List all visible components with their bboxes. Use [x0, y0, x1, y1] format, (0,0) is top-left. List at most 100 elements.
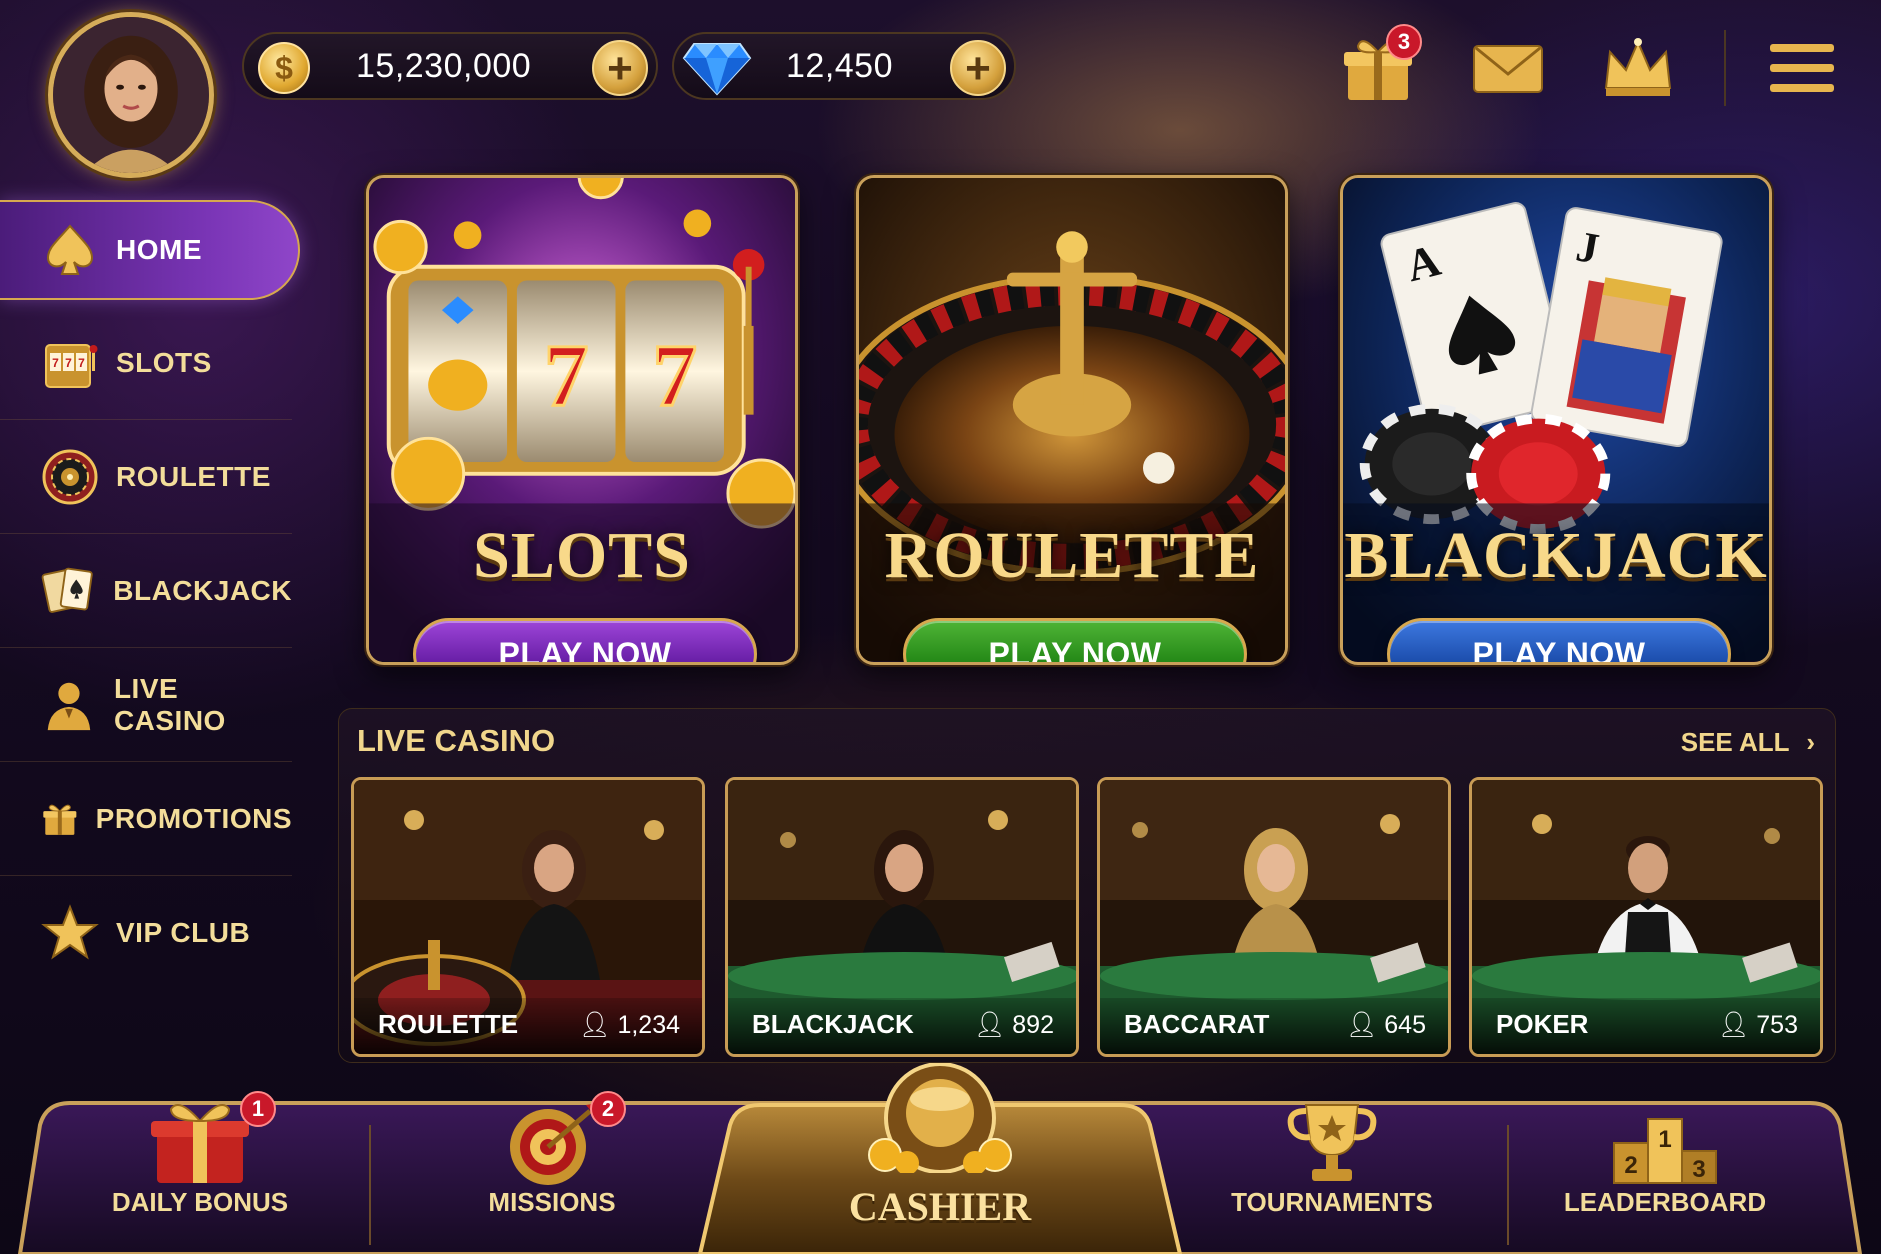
svg-text:7: 7 — [78, 356, 85, 370]
game-title-roulette: ROULETTE — [884, 519, 1260, 592]
podium-icon: 2 1 3 — [1613, 1118, 1717, 1184]
gem-balance: 12,450 + — [672, 32, 1016, 100]
dealer-icon — [47, 682, 91, 730]
sidebar-item-label: BLACKJACK — [113, 574, 292, 606]
player-count-value: 645 — [1384, 1011, 1426, 1039]
sidebar-item-slots[interactable]: 7 7 7 SLOTS — [0, 306, 292, 420]
sidebar-item-label: ROULETTE — [116, 460, 271, 492]
coin-icon: $ — [258, 42, 310, 94]
cashier-button[interactable]: CASHIER — [760, 1063, 1120, 1254]
player-count-value: 753 — [1756, 1011, 1798, 1039]
leaderboard-label: LEADERBOARD — [1563, 1187, 1767, 1217]
svg-text:7: 7 — [52, 356, 59, 370]
sidebar-item-live-casino[interactable]: LIVE CASINO — [0, 648, 292, 762]
table-name: BLACKJACK — [752, 1009, 914, 1039]
star-icon — [41, 904, 99, 960]
daily-bonus-badge: 1 — [240, 1091, 276, 1127]
table-name: ROULETTE — [378, 1009, 519, 1039]
sidebar-nav: HOME 7 7 7 SLOTS ROULETTE BLACKJACK LIVE… — [0, 200, 300, 990]
crown-icon — [1604, 38, 1672, 96]
missions-badge: 2 — [590, 1091, 626, 1127]
add-coins-button[interactable]: + — [592, 40, 648, 96]
missions-button[interactable]: 2 MISSIONS — [452, 1085, 652, 1254]
player-count: 👤︎ 1,234 — [579, 1011, 680, 1040]
bottom-nav: 1 DAILY BONUS 2 MISSIONS CASHIER TOURNAM… — [0, 1063, 1881, 1254]
hamburger-menu-icon — [1770, 44, 1834, 92]
mail-button[interactable] — [1470, 30, 1546, 106]
gift-badge: 3 — [1386, 24, 1422, 60]
sidebar-item-home[interactable]: HOME — [0, 200, 300, 300]
table-name: POKER — [1496, 1009, 1589, 1039]
play-now-blackjack-button[interactable]: PLAY NOW — [1387, 618, 1731, 662]
svg-text:7: 7 — [652, 327, 696, 425]
table-name: BACCARAT — [1124, 1009, 1270, 1039]
sidebar-item-label: LIVE CASINO — [113, 672, 226, 736]
game-title-blackjack: BLACKJACK — [1344, 519, 1768, 592]
person-icon: 👤︎ — [1345, 1011, 1378, 1039]
daily-bonus-button[interactable]: 1 DAILY BONUS — [90, 1085, 310, 1254]
svg-text:7: 7 — [544, 327, 588, 425]
game-card-slots[interactable]: 7 7 SLOTS PLAY NOW — [366, 175, 798, 665]
sidebar-item-label: SLOTS — [116, 346, 212, 378]
vip-crown-button[interactable] — [1600, 30, 1676, 106]
spade-icon — [46, 224, 94, 275]
cashier-label: CASHIER — [848, 1184, 1032, 1229]
sidebar-item-label: PROMOTIONS — [95, 802, 292, 834]
player-avatar[interactable] — [48, 12, 214, 178]
player-count: 👤︎ 892 — [974, 1011, 1054, 1040]
gift-icon — [43, 804, 77, 835]
live-table-roulette[interactable]: ROULETTE 👤︎ 1,234 — [351, 777, 705, 1057]
cards-icon — [41, 567, 93, 613]
live-table-baccarat[interactable]: BACCARAT 👤︎ 645 — [1097, 777, 1451, 1057]
add-gems-button[interactable]: + — [950, 40, 1006, 96]
player-count: 👤︎ 645 — [1346, 1011, 1426, 1040]
tournaments-button[interactable]: TOURNAMENTS — [1222, 1085, 1442, 1254]
person-icon: 👤︎ — [578, 1011, 611, 1039]
play-now-slots-button[interactable]: PLAY NOW — [413, 618, 757, 662]
tournaments-label: TOURNAMENTS — [1231, 1187, 1433, 1217]
menu-button[interactable] — [1762, 30, 1838, 106]
game-title-slots: SLOTS — [473, 519, 691, 592]
header-divider — [1724, 30, 1726, 106]
trophy-icon — [1287, 1104, 1377, 1181]
diamond-icon — [682, 43, 752, 96]
person-icon: 👤︎ — [1717, 1011, 1750, 1039]
podium-third: 3 — [1692, 1156, 1705, 1183]
avatar-portrait — [53, 17, 209, 173]
daily-bonus-label: DAILY BONUS — [111, 1187, 289, 1217]
podium-second: 2 — [1624, 1152, 1637, 1179]
mail-icon — [1473, 45, 1543, 93]
slot-machine-icon: 7 7 7 — [45, 343, 98, 388]
gift-button[interactable]: 3 — [1340, 24, 1422, 106]
game-card-blackjack[interactable]: A J BLACKJACK PLAY NOW — [1340, 175, 1772, 665]
see-all-link[interactable]: SEE ALL › — [1681, 727, 1815, 758]
target-icon — [510, 1103, 598, 1185]
roulette-wheel-icon — [42, 449, 98, 504]
treasure-icon — [868, 1063, 1012, 1173]
live-casino-heading: LIVE CASINO — [357, 723, 556, 758]
missions-label: MISSIONS — [488, 1187, 616, 1217]
gift-box-icon — [151, 1104, 249, 1183]
play-now-roulette-button[interactable]: PLAY NOW — [903, 618, 1247, 662]
gem-balance-value: 12,450 — [786, 46, 893, 85]
coin-balance-value: 15,230,000 — [356, 46, 532, 85]
sidebar-item-roulette[interactable]: ROULETTE — [0, 420, 292, 534]
live-casino-section: LIVE CASINO SEE ALL › ROULETTE 👤︎ 1,234 — [338, 708, 1836, 1063]
person-icon: 👤︎ — [973, 1011, 1006, 1039]
see-all-label: SEE ALL — [1680, 727, 1790, 757]
coin-balance: $ 15,230,000 + — [242, 32, 658, 100]
player-count: 👤︎ 753 — [1718, 1011, 1798, 1040]
sidebar-item-blackjack[interactable]: BLACKJACK — [0, 534, 292, 648]
svg-text:7: 7 — [65, 356, 72, 370]
game-card-roulette[interactable]: ROULETTE PLAY NOW — [856, 175, 1288, 665]
leaderboard-button[interactable]: 2 1 3 LEADERBOARD — [1560, 1085, 1770, 1254]
sidebar-item-promotions[interactable]: PROMOTIONS — [0, 762, 292, 876]
chevron-right-icon: › — [1806, 727, 1815, 757]
sidebar-item-label: VIP CLUB — [116, 917, 251, 948]
live-table-poker[interactable]: POKER 👤︎ 753 — [1469, 777, 1823, 1057]
player-count-value: 1,234 — [617, 1011, 680, 1039]
sidebar-item-vip-club[interactable]: VIP CLUB — [0, 876, 292, 990]
podium-first: 1 — [1658, 1126, 1671, 1153]
top-bar: $ 15,230,000 + 12,450 + 3 — [0, 0, 1881, 178]
live-table-blackjack[interactable]: BLACKJACK 👤︎ 892 — [725, 777, 1079, 1057]
